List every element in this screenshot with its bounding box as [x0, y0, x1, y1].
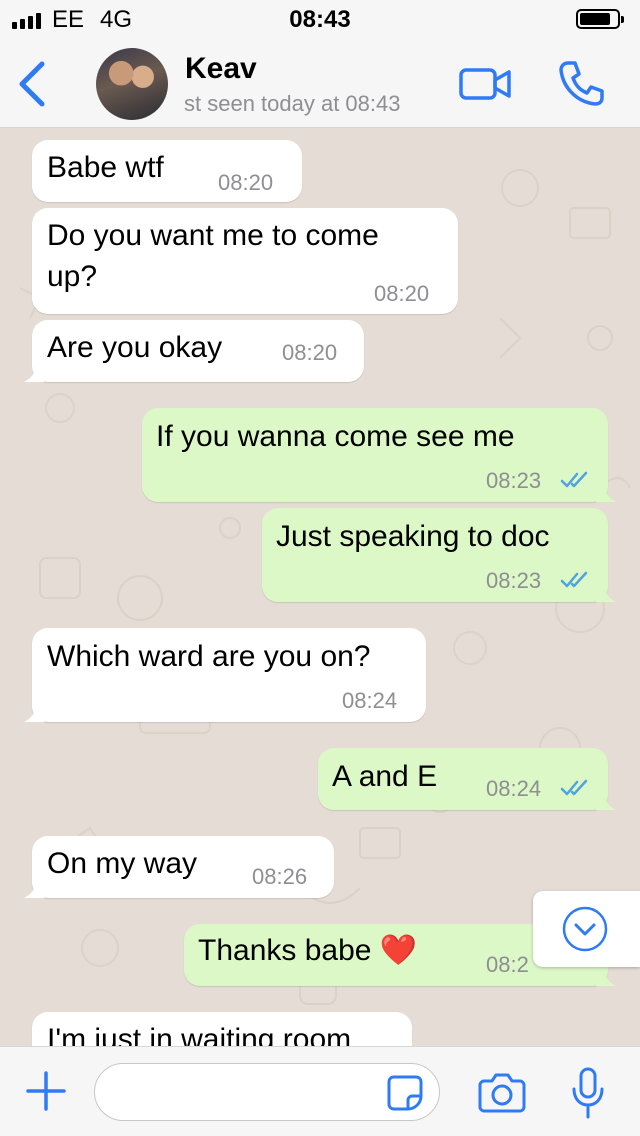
microphone-button[interactable]: [570, 1067, 606, 1119]
bubble-tail: [596, 792, 616, 810]
status-bar: EE 4G 08:43: [0, 0, 640, 40]
attach-button[interactable]: [24, 1069, 68, 1113]
bubble-tail: [596, 484, 616, 502]
message-incoming[interactable]: Babe wtf 08:20: [32, 140, 302, 202]
message-text: Babe wtf: [47, 151, 164, 184]
voice-call-button[interactable]: [556, 58, 606, 108]
video-call-button[interactable]: [458, 64, 512, 104]
message-text-line2: up?: [47, 260, 98, 293]
message-text: On my way: [47, 847, 198, 880]
message-incoming[interactable]: I'm just in waiting room: [32, 1012, 412, 1046]
message-incoming[interactable]: On my way 08:26: [24, 836, 334, 898]
message-text: Are you okay: [47, 331, 223, 364]
message-incoming[interactable]: Which ward are you on? 08:24: [24, 628, 426, 722]
message-incoming[interactable]: Do you want me to come up? 08:20: [32, 208, 458, 314]
message-outgoing[interactable]: A and E 08:24: [318, 748, 616, 810]
message-text: Just speaking to doc: [276, 520, 550, 553]
read-receipt-icon: [560, 779, 588, 796]
camera-button[interactable]: [478, 1071, 526, 1113]
last-seen-status: st seen today at 08:43: [184, 91, 401, 116]
back-button[interactable]: [14, 60, 54, 108]
read-receipt-icon: [560, 571, 588, 588]
message-time: 08:23: [486, 568, 542, 593]
message-outgoing[interactable]: If you wanna come see me 08:23: [142, 408, 616, 502]
bubble-tail: [24, 880, 44, 898]
bubble-tail: [596, 968, 616, 986]
bubble-tail: [24, 364, 44, 382]
message-time: 08:26: [252, 864, 308, 889]
message-composer: [0, 1046, 640, 1136]
message-text: I'm just in waiting room: [47, 1023, 352, 1046]
chat-header: Keav st seen today at 08:43: [0, 40, 640, 128]
read-receipt-icon: [560, 471, 588, 488]
message-text: If you wanna come see me: [156, 420, 515, 453]
message-text: A and E: [332, 760, 438, 793]
contact-avatar[interactable]: [96, 48, 168, 120]
bubble-tail: [596, 584, 616, 602]
message-time: 08:20: [218, 170, 274, 195]
message-time: 08:24: [342, 688, 398, 713]
message-incoming[interactable]: Are you okay 08:20: [24, 320, 364, 382]
message-text: Which ward are you on?: [47, 640, 371, 673]
sticker-button[interactable]: [386, 1074, 424, 1112]
message-time: 08:2: [486, 952, 529, 977]
message-outgoing[interactable]: Just speaking to doc 08:23: [262, 508, 616, 602]
message-time: 08:23: [486, 468, 542, 493]
message-time: 08:20: [282, 340, 338, 365]
chevron-down-circle-icon: [562, 906, 608, 952]
bubble-tail: [24, 704, 44, 722]
status-time: 08:43: [289, 6, 351, 33]
message-time: 08:24: [486, 776, 542, 801]
scroll-to-bottom-button[interactable]: [533, 891, 640, 967]
message-text: Do you want me to come: [47, 219, 379, 252]
battery-icon: [576, 9, 624, 29]
message-time: 08:20: [374, 281, 430, 306]
contact-name[interactable]: Keav: [185, 52, 257, 86]
message-text: Thanks babe ❤️: [198, 934, 418, 967]
